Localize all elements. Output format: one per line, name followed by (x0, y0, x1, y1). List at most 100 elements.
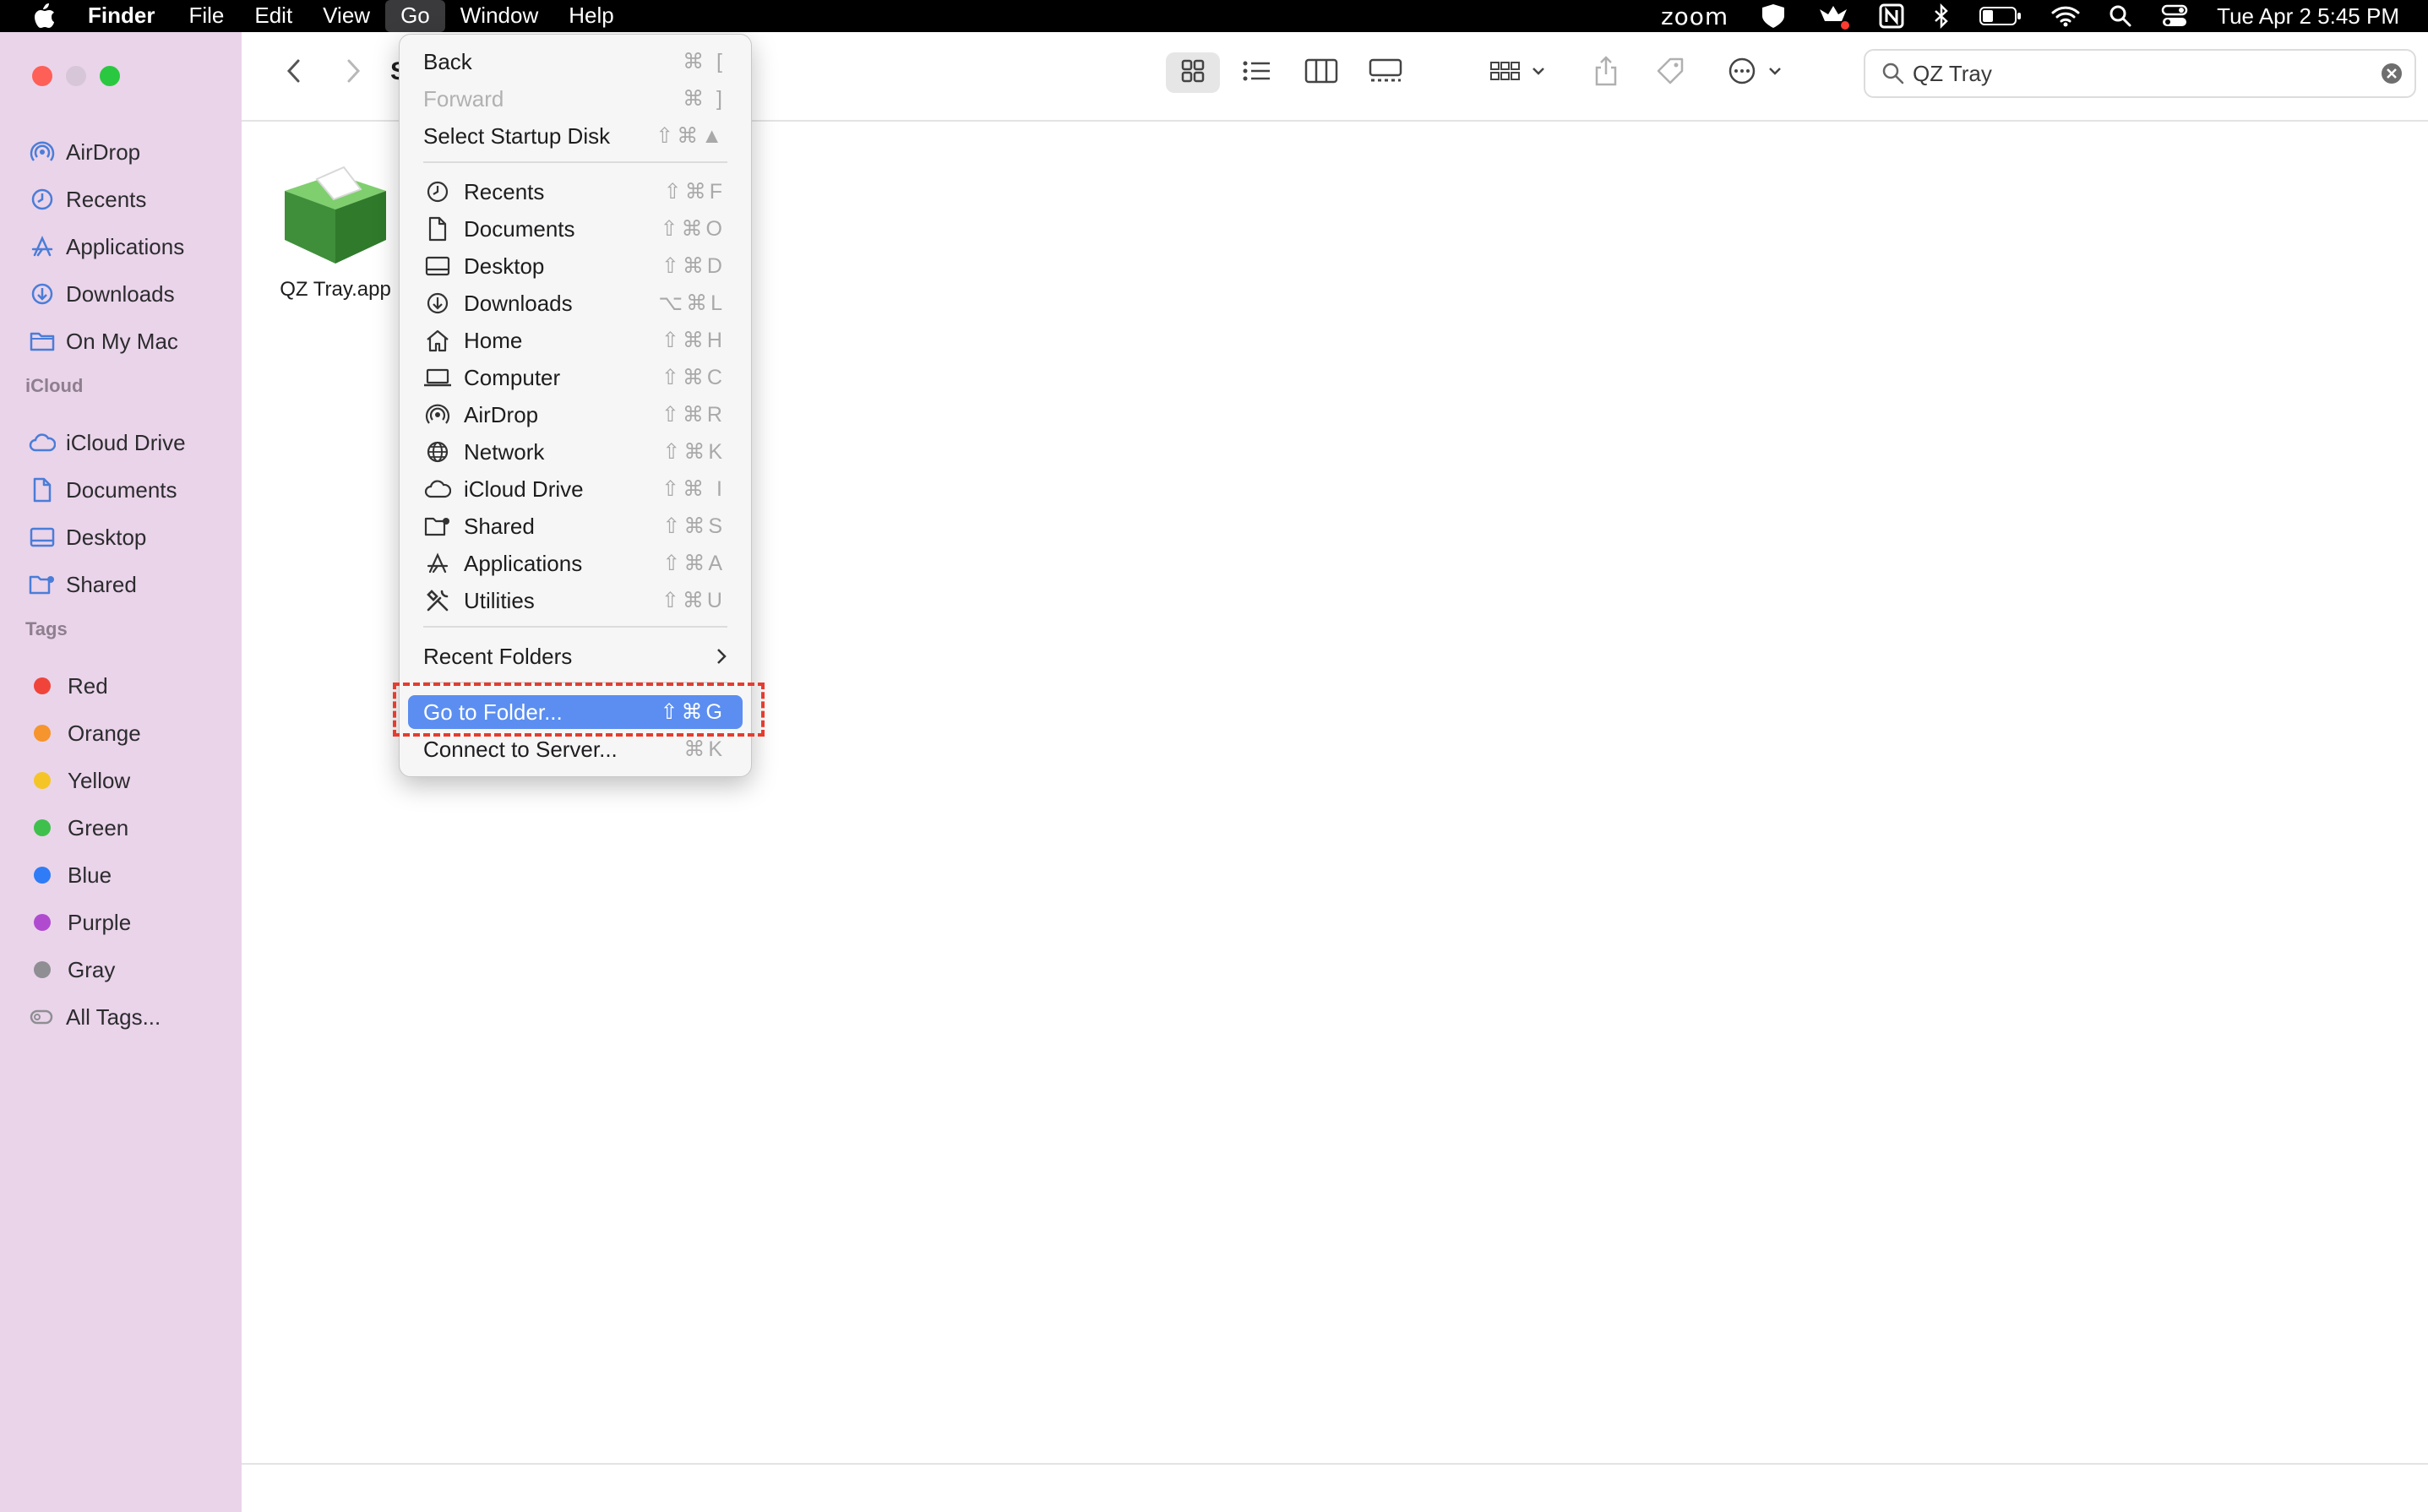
bird-status-icon[interactable] (1816, 3, 1850, 30)
file-item-qz-tray[interactable]: QZ Tray.app (272, 155, 399, 302)
search-field[interactable] (1864, 49, 2416, 98)
sidebar-tag-orange[interactable]: Orange (29, 716, 141, 750)
zoom-window-button[interactable] (100, 66, 120, 86)
menu-item-utilities[interactable]: Utilities ⇧⌘U (408, 584, 743, 617)
cloud-icon (423, 475, 452, 503)
sidebar-item-icloud-drive[interactable]: iCloud Drive (29, 426, 186, 460)
clock-icon (29, 186, 56, 213)
sidebar-item-label: Green (68, 814, 129, 840)
column-view-button[interactable] (1296, 52, 1347, 93)
close-window-button[interactable] (32, 66, 52, 86)
menu-item-network[interactable]: Network ⇧⌘K (408, 435, 743, 469)
menu-item-back[interactable]: Back ⌘ [ (408, 45, 743, 79)
menu-finder[interactable]: Finder (88, 0, 173, 32)
menu-item-label: Forward (423, 85, 504, 111)
menu-shortcut: ⇧⌘F (663, 180, 726, 204)
menu-item-shared[interactable]: Shared ⇧⌘S (408, 509, 743, 543)
menu-item-icloud-drive[interactable]: iCloud Drive ⇧⌘ I (408, 472, 743, 506)
menu-item-label: Select Startup Disk (423, 122, 611, 149)
menu-item-select-startup-disk[interactable]: Select Startup Disk ⇧⌘▲ (408, 119, 743, 153)
menu-help[interactable]: Help (553, 0, 629, 32)
download-icon (29, 280, 56, 307)
sidebar-item-label: iCloud Drive (66, 429, 186, 455)
back-button[interactable] (275, 52, 313, 93)
menu-item-recent-folders[interactable]: Recent Folders (408, 639, 743, 673)
sidebar-item-documents[interactable]: Documents (29, 473, 177, 507)
search-input[interactable] (1911, 59, 2354, 88)
sidebar-item-label: Downloads (66, 280, 175, 307)
sidebar-item-desktop[interactable]: Desktop (29, 520, 146, 554)
forward-button[interactable] (335, 52, 372, 93)
sidebar-item-airdrop[interactable]: AirDrop (29, 135, 140, 169)
menu-item-desktop[interactable]: Desktop ⇧⌘D (408, 249, 743, 283)
menu-item-connect-to-server[interactable]: Connect to Server... ⌘K (408, 732, 743, 766)
icon-view-button[interactable] (1166, 52, 1220, 93)
menu-item-applications[interactable]: Applications ⇧⌘A (408, 547, 743, 580)
desktop-icon (423, 252, 452, 280)
menu-shortcut: ⌥⌘L (658, 291, 726, 315)
sidebar-item-on-my-mac[interactable]: On My Mac (29, 324, 178, 358)
notion-status-icon[interactable] (1879, 3, 1904, 29)
sidebar-tag-blue[interactable]: Blue (29, 858, 112, 892)
group-grid-icon (1489, 59, 1554, 87)
menu-bar: Finder File Edit View Go Window Help zoo… (0, 0, 2428, 32)
cloud-icon (29, 429, 56, 456)
menu-item-label: Network (464, 438, 545, 465)
control-center-icon[interactable] (2161, 4, 2188, 28)
list-view-button[interactable] (1232, 52, 1282, 93)
zoom-status-label[interactable]: zoom (1661, 3, 1728, 30)
menu-item-label: Applications (464, 550, 583, 576)
menu-shortcut: ⇧⌘U (661, 589, 726, 612)
sidebar-item-label: On My Mac (66, 328, 178, 354)
menu-item-downloads[interactable]: Downloads ⌥⌘L (408, 286, 743, 320)
sidebar-item-shared[interactable]: Shared (29, 568, 137, 601)
battery-icon[interactable] (1979, 5, 2022, 27)
share-button[interactable] (1585, 52, 1627, 93)
group-by-button[interactable] (1487, 52, 1556, 93)
sidebar-tag-purple[interactable]: Purple (29, 906, 131, 939)
sidebar-item-downloads[interactable]: Downloads (29, 277, 175, 311)
menu-view[interactable]: View (308, 0, 385, 32)
menu-item-recents[interactable]: Recents ⇧⌘F (408, 175, 743, 209)
gallery-view-button[interactable] (1358, 52, 1413, 93)
menu-item-computer[interactable]: Computer ⇧⌘C (408, 361, 743, 394)
sidebar-item-recents[interactable]: Recents (29, 182, 146, 216)
menu-go[interactable]: Go (385, 0, 445, 32)
menu-window[interactable]: Window (445, 0, 553, 32)
tag-color-dot (34, 677, 51, 694)
folder-icon (29, 328, 56, 355)
sidebar-tag-gray[interactable]: Gray (29, 953, 115, 987)
sidebar-item-label: Blue (68, 862, 112, 888)
menu-item-label: Documents (464, 215, 575, 242)
menu-edit[interactable]: Edit (239, 0, 308, 32)
tag-icon (1655, 56, 1685, 90)
more-actions-button[interactable] (1725, 52, 1793, 93)
minimize-window-button[interactable] (66, 66, 86, 86)
spotlight-search-icon[interactable] (2109, 4, 2132, 28)
menu-shortcut: ⇧⌘R (661, 403, 726, 427)
menu-item-airdrop[interactable]: AirDrop ⇧⌘R (408, 398, 743, 432)
clear-search-icon[interactable] (2381, 63, 2403, 84)
download-icon (423, 289, 452, 318)
wifi-icon[interactable] (2051, 5, 2080, 27)
menu-item-documents[interactable]: Documents ⇧⌘O (408, 212, 743, 246)
apple-logo-icon[interactable] (32, 3, 56, 29)
list-icon (1242, 58, 1272, 88)
sidebar-tag-yellow[interactable]: Yellow (29, 764, 130, 797)
tags-button[interactable] (1649, 52, 1691, 93)
share-icon (1593, 55, 1619, 90)
sidebar-item-label: Purple (68, 909, 132, 935)
menu-clock[interactable]: Tue Apr 2 5:45 PM (2217, 3, 2399, 30)
shared-folder-icon (29, 571, 56, 598)
shield-status-icon[interactable] (1759, 3, 1788, 30)
menu-file[interactable]: File (173, 0, 239, 32)
chevron-right-icon (716, 647, 727, 666)
sidebar-all-tags[interactable]: All Tags... (29, 1000, 161, 1034)
sidebar-tag-green[interactable]: Green (29, 811, 128, 845)
sidebar-tag-red[interactable]: Red (29, 669, 108, 703)
bluetooth-icon[interactable] (1933, 3, 1950, 29)
menu-item-home[interactable]: Home ⇧⌘H (408, 324, 743, 357)
sidebar-item-applications[interactable]: Applications (29, 230, 184, 264)
sidebar-item-label: AirDrop (66, 139, 141, 165)
columns-icon (1304, 57, 1338, 89)
